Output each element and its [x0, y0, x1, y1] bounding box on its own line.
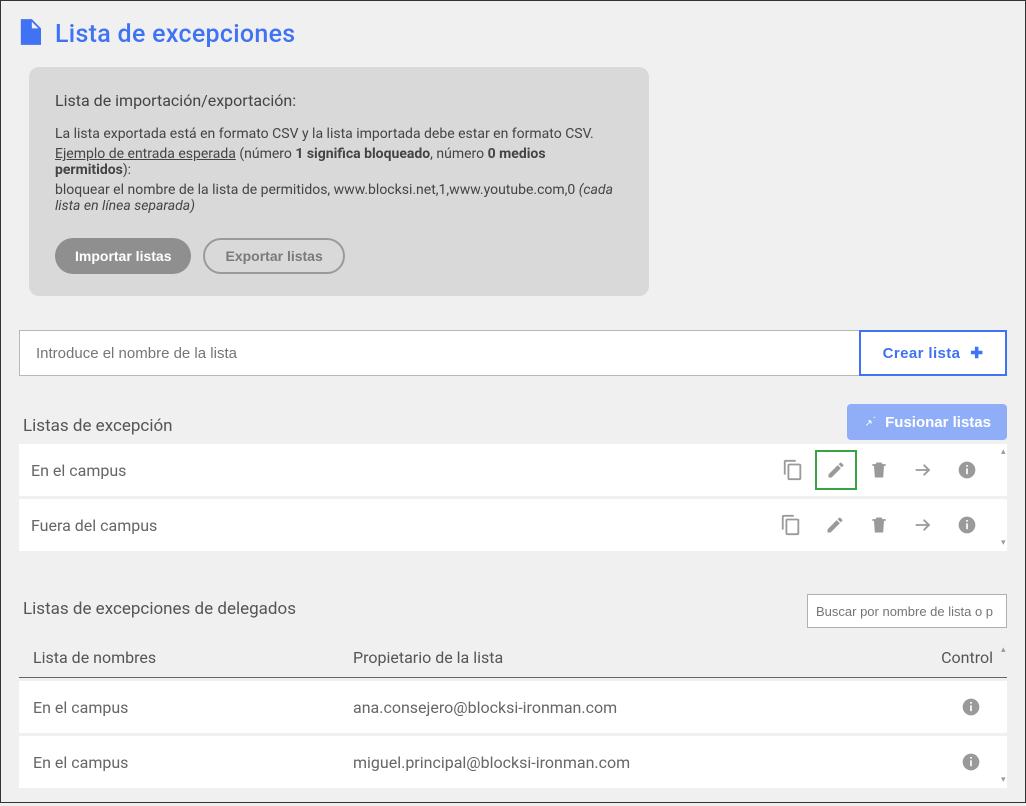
info-icon[interactable] [949, 687, 993, 727]
list-item-name: En el campus [31, 461, 771, 480]
delegate-table-head: Lista de nombres Propietario de la lista… [19, 642, 1007, 678]
info-line3: bloquear el nombre de la lista de permit… [55, 182, 623, 214]
plus-icon: ✚ [970, 344, 983, 362]
scroll-up-icon[interactable]: ▴ [1001, 447, 1011, 457]
info-icon[interactable] [945, 450, 989, 490]
export-lists-button[interactable]: Exportar listas [203, 238, 344, 274]
info-heading: Lista de importación/exportación: [55, 91, 623, 110]
pencil-icon[interactable] [813, 505, 857, 545]
delegate-header-row: Listas de excepciones de delegados [19, 594, 1007, 628]
pin-icon [863, 413, 877, 431]
trash-icon[interactable] [857, 505, 901, 545]
list-name-input[interactable] [19, 330, 860, 376]
page-header: Lista de excepciones [19, 19, 1007, 49]
list-item-name: Fuera del campus [31, 516, 769, 535]
info-line2: Ejemplo de entrada esperada (número 1 si… [55, 146, 623, 178]
col-name-header: Lista de nombres [33, 648, 353, 667]
cell-list-name: En el campus [33, 753, 353, 772]
merge-lists-button[interactable]: Fusionar listas [847, 404, 1007, 440]
col-owner-header: Propietario de la lista [353, 648, 913, 667]
table-row: En el campus ana.consejero@blocksi-ironm… [19, 681, 1007, 733]
scrollbar[interactable]: ▴ ▾ [1001, 444, 1011, 551]
pencil-icon[interactable] [815, 450, 857, 490]
list-item: Fuera del campus [19, 499, 1007, 551]
col-control-header: Control [913, 648, 993, 667]
delegate-table: Lista de nombres Propietario de la lista… [19, 642, 1007, 788]
info-button-row: Importar listas Exportar listas [55, 238, 623, 274]
scrollbar[interactable]: ▴ ▾ [1001, 642, 1011, 788]
merge-lists-label: Fusionar listas [885, 414, 991, 431]
create-list-row: Crear lista ✚ [19, 330, 1007, 376]
page-root: Lista de excepciones Lista de importació… [1, 1, 1025, 806]
exception-lists-panel: En el campus Fuera del campus [19, 444, 1007, 551]
exception-lists-header: Listas de excepción Fusionar listas [19, 404, 1007, 440]
create-list-button[interactable]: Crear lista ✚ [859, 330, 1007, 376]
trash-icon[interactable] [857, 450, 901, 490]
arrow-right-icon[interactable] [901, 505, 945, 545]
info-icon[interactable] [949, 742, 993, 782]
table-row: En el campus miguel.principal@blocksi-ir… [19, 736, 1007, 788]
import-export-info-box: Lista de importación/exportación: La lis… [29, 67, 649, 296]
import-lists-button[interactable]: Importar listas [55, 238, 191, 274]
arrow-right-icon[interactable] [901, 450, 945, 490]
cell-list-owner: ana.consejero@blocksi-ironman.com [353, 698, 913, 717]
example-link[interactable]: Ejemplo de entrada esperada [55, 146, 236, 162]
scroll-down-icon[interactable]: ▾ [1001, 538, 1011, 548]
delegate-lists-heading: Listas de excepciones de delegados [23, 599, 296, 619]
scroll-up-icon[interactable]: ▴ [1001, 645, 1011, 655]
info-icon[interactable] [945, 505, 989, 545]
delegate-search-input[interactable] [807, 594, 1007, 628]
copy-icon[interactable] [771, 450, 815, 490]
exception-lists-heading: Listas de excepción [23, 416, 173, 436]
info-line1: La lista exportada está en formato CSV y… [55, 126, 623, 142]
copy-icon[interactable] [769, 505, 813, 545]
page-title: Lista de excepciones [55, 20, 295, 49]
cell-list-owner: miguel.principal@blocksi-ironman.com [353, 753, 913, 772]
document-icon [19, 19, 41, 49]
cell-list-name: En el campus [33, 698, 353, 717]
create-list-label: Crear lista [883, 345, 961, 362]
list-item: En el campus [19, 444, 1007, 496]
scroll-down-icon[interactable]: ▾ [1001, 775, 1011, 785]
